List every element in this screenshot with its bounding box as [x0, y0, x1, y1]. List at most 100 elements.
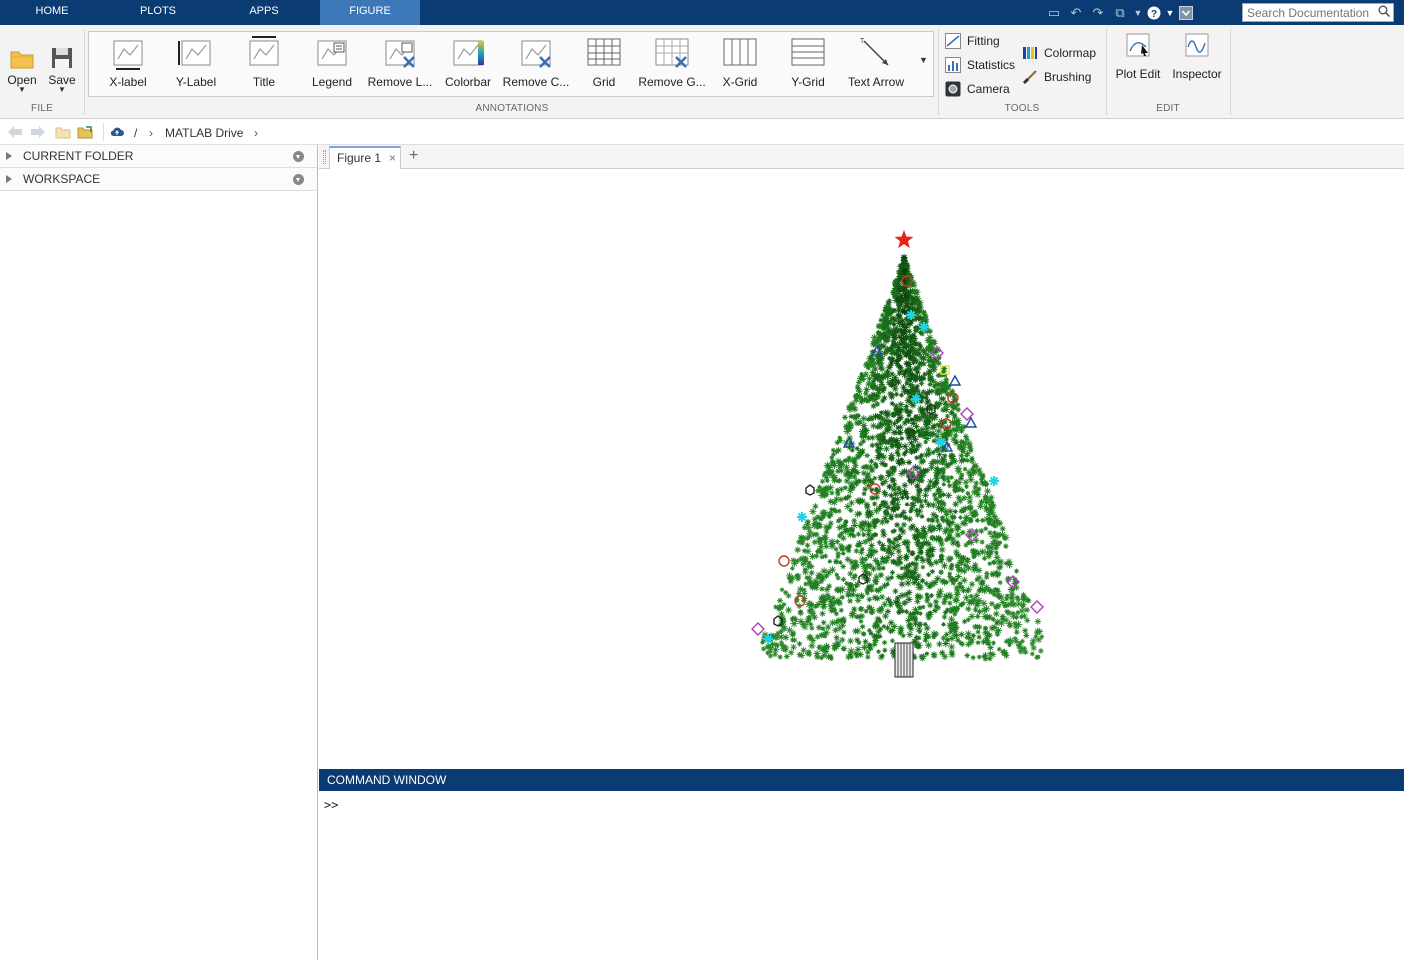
panel-options-icon[interactable] — [293, 151, 304, 162]
current-folder-header[interactable]: CURRENT FOLDER — [0, 145, 317, 168]
help-menu-chevron-icon[interactable]: ▼ — [1163, 3, 1177, 22]
tree-needle — [936, 640, 943, 648]
star-icon — [894, 230, 914, 249]
tree-needle — [802, 567, 808, 572]
grid-button[interactable]: Grid — [570, 35, 638, 103]
expand-ribbon-icon[interactable] — [1177, 3, 1195, 22]
remove-grid-button[interactable]: Remove G... — [638, 35, 706, 103]
figure-canvas[interactable] — [319, 169, 1404, 769]
expand-arrow-icon[interactable] — [6, 152, 12, 160]
tree-needle — [801, 623, 809, 631]
workspace-header[interactable]: WORKSPACE — [0, 168, 317, 191]
tree-needle — [993, 550, 999, 556]
tree-needle — [935, 372, 941, 379]
tree-needle — [877, 474, 885, 482]
text-arrow-button[interactable]: T Text Arrow — [842, 35, 910, 103]
tree-needle — [960, 600, 966, 606]
open-button[interactable]: Open ▼ — [4, 29, 40, 97]
breadcrumb-root[interactable]: / — [134, 126, 137, 140]
colorbar-button[interactable]: Colorbar — [434, 35, 502, 103]
up-folder-icon[interactable] — [55, 125, 71, 139]
tab-home[interactable]: HOME — [18, 0, 86, 25]
tree-needle — [953, 478, 959, 484]
close-icon[interactable]: × — [389, 148, 396, 168]
ornament — [911, 394, 921, 404]
tree-needle — [973, 480, 980, 486]
tree-needle — [996, 646, 1002, 652]
colormap-button[interactable]: Colormap — [1022, 43, 1096, 63]
ylabel-button[interactable]: Y-Label — [162, 35, 230, 103]
tree-needle — [935, 604, 941, 611]
legend-button[interactable]: Legend — [298, 35, 366, 103]
tree-needle — [957, 457, 966, 465]
tree-needle — [991, 640, 996, 646]
tree-needle — [861, 532, 867, 538]
svg-text:?: ? — [1151, 9, 1157, 20]
breadcrumb-matlab-drive[interactable]: MATLAB Drive — [165, 126, 243, 140]
remove-colorbar-button[interactable]: Remove C... — [502, 35, 570, 103]
top-tab-bar: HOME PLOTS APPS FIGURE ▭ ↶ ↷ ⧉ ▼ ? ▼ — [0, 0, 1404, 25]
inspector-button[interactable]: Inspector — [1170, 29, 1224, 97]
tree-needle — [895, 425, 901, 431]
xlabel-button[interactable]: X-label — [94, 35, 162, 103]
tree-needle — [894, 496, 901, 503]
tree-needle — [913, 526, 920, 533]
tree-needle — [820, 593, 828, 600]
camera-button[interactable]: Camera — [945, 79, 1010, 99]
browse-folder-icon[interactable] — [77, 125, 93, 139]
chevron-right-icon[interactable]: › — [254, 126, 258, 140]
tree-needle — [901, 481, 909, 489]
tree-needle — [806, 579, 814, 587]
tree-needle — [909, 416, 915, 423]
gallery-expand-icon[interactable]: ▼ — [919, 55, 928, 65]
tree-needle — [993, 532, 1001, 540]
help-icon[interactable]: ? — [1145, 3, 1163, 22]
save-icon[interactable]: ▭ — [1043, 3, 1065, 22]
drag-handle-icon[interactable] — [323, 150, 326, 164]
tree-needle — [878, 518, 886, 526]
add-figure-button[interactable]: + — [409, 147, 418, 165]
tree-needle — [993, 604, 999, 610]
tab-figure-1[interactable]: Figure 1 × — [329, 146, 401, 169]
redo-icon[interactable]: ↷ — [1087, 3, 1109, 22]
tree-needle — [821, 619, 827, 626]
chevron-down-icon[interactable]: ▼ — [1131, 3, 1145, 22]
tree-needle — [1010, 610, 1016, 616]
expand-arrow-icon[interactable] — [6, 175, 12, 183]
title-button[interactable]: Title — [230, 35, 298, 103]
tree-needle — [900, 521, 907, 528]
tab-apps[interactable]: APPS — [230, 0, 298, 25]
remove-colorbar-icon — [502, 35, 570, 71]
switch-windows-icon[interactable]: ⧉ — [1109, 3, 1131, 22]
tree-needle — [918, 611, 923, 616]
brushing-button[interactable]: Brushing — [1022, 67, 1091, 87]
undo-icon[interactable]: ↶ — [1065, 3, 1087, 22]
tree-needle — [837, 435, 842, 441]
tree-needle — [953, 620, 959, 627]
tree-needle — [867, 643, 873, 648]
chevron-right-icon[interactable]: › — [149, 126, 153, 140]
tree-needle — [904, 428, 911, 436]
forward-arrow-icon[interactable] — [30, 125, 46, 139]
tree-needle — [997, 540, 1003, 545]
fitting-button[interactable]: Fitting — [945, 31, 1000, 51]
panel-options-icon[interactable] — [293, 174, 304, 185]
tree-needle — [878, 410, 884, 416]
remove-legend-button[interactable]: Remove L... — [366, 35, 434, 103]
plot-edit-button[interactable]: Plot Edit — [1112, 29, 1164, 97]
cloud-icon[interactable] — [109, 125, 125, 139]
back-arrow-icon[interactable] — [7, 125, 23, 139]
edit-group-label: EDIT — [1156, 103, 1180, 114]
search-documentation-input[interactable] — [1242, 3, 1394, 22]
tree-needle — [929, 593, 935, 599]
tab-figure[interactable]: FIGURE — [320, 0, 420, 25]
xgrid-button[interactable]: X-Grid — [706, 35, 774, 103]
tree-needle — [832, 626, 840, 634]
command-window[interactable]: >> — [319, 791, 1404, 960]
statistics-button[interactable]: Statistics — [945, 55, 1015, 75]
tab-plots[interactable]: PLOTS — [124, 0, 192, 25]
save-button[interactable]: Save ▼ — [44, 29, 80, 97]
tree-needle — [854, 597, 862, 604]
ygrid-button[interactable]: Y-Grid — [774, 35, 842, 103]
search-icon[interactable] — [1378, 5, 1390, 17]
